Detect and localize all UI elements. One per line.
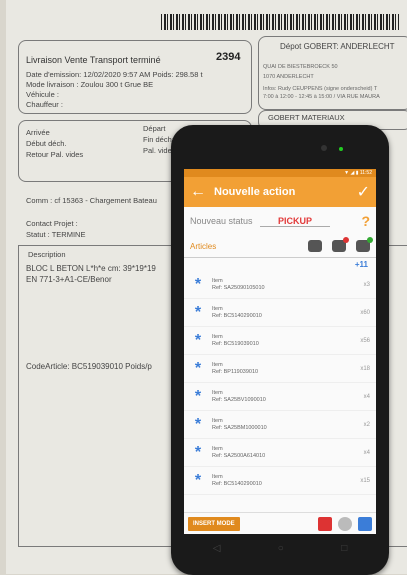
arrivee: Arrivée <box>26 128 50 137</box>
eye-icon[interactable] <box>338 516 352 531</box>
doc-line2: Mode livraison : Zoulou 300 t Grue BE <box>26 80 154 89</box>
pdf-icon[interactable] <box>318 516 332 531</box>
asterisk-icon: * <box>194 443 202 461</box>
list-item[interactable]: * Item Ref: SA25090105010 x3 <box>184 271 376 299</box>
item-qty: x4 <box>363 449 370 456</box>
asterisk-icon: * <box>194 275 202 293</box>
barcode-icon[interactable] <box>358 516 372 531</box>
item-name: Item <box>212 417 223 424</box>
item-qty: x4 <box>363 393 370 400</box>
item-name: Item <box>212 277 223 284</box>
status-bar: ▼ ◢ ▮ 11:52 <box>184 169 376 177</box>
item-qty: x60 <box>360 309 370 316</box>
list-item[interactable]: * Item Ref: BC5140290010 x15 <box>184 467 376 495</box>
help-icon[interactable]: ? <box>361 213 370 229</box>
list-item[interactable]: * Item Ref: SA25BV1090010 x4 <box>184 383 376 411</box>
list-item[interactable]: * Item Ref: BC5140290010 x60 <box>184 299 376 327</box>
truck-alert-icon[interactable] <box>332 237 349 252</box>
comm: Comm : cf 15363 - Chargement Bateau <box>26 196 157 205</box>
screen-title: Nouvelle action <box>214 186 296 198</box>
doc-line1: Date d'emission: 12/02/2020 9:57 AM Poid… <box>26 70 203 79</box>
doc-title: Livraison Vente Transport terminé <box>26 55 161 65</box>
depot-line3: Infos: Rudy CEUPPENS (signe onderscheid)… <box>263 86 378 92</box>
asterisk-icon: * <box>194 359 202 377</box>
asterisk-icon: * <box>194 303 202 321</box>
codearticle: CodeArticle: BC519039010 Poids/p <box>26 362 152 371</box>
phone: ▼ ◢ ▮ 11:52 ← Nouvelle action ✓ Nouveau … <box>171 125 389 575</box>
list-item[interactable]: * Item Ref: BP119039010 x18 <box>184 355 376 383</box>
barcode <box>161 14 399 30</box>
item-name: Item <box>212 445 223 452</box>
doc-line3: Véhicule : <box>26 90 59 99</box>
item-ref: Ref: SA25BM1000010 <box>212 424 267 431</box>
item-qty: x56 <box>360 337 370 344</box>
list-item[interactable]: * Item Ref: BC519039010 x56 <box>184 327 376 355</box>
item-ref: Ref: SA25BV1090010 <box>212 396 266 403</box>
nav-recent-icon[interactable]: □ <box>341 543 347 554</box>
statut: Statut : TERMINE <box>26 230 86 239</box>
doc-number: 2394 <box>216 51 241 63</box>
articles-label: Articles <box>190 241 217 251</box>
en: EN 771-3+A1-CE/Benor <box>26 275 112 284</box>
asterisk-icon: * <box>194 471 202 489</box>
item-qty: x18 <box>360 365 370 372</box>
retour: Retour Pal. vides <box>26 150 84 159</box>
depot-line4: 7:00 à 12:00 - 12:45 à 15:00 / VIA RUE M… <box>263 94 380 100</box>
item-ref: Ref: BC519039010 <box>212 340 259 347</box>
item-name: Item <box>212 361 223 368</box>
depot-line2: 1070 ANDERLECHT <box>263 74 314 80</box>
bottom-bar: INSERT MODE <box>184 512 376 534</box>
item-name: Item <box>212 333 223 340</box>
depot-title: Dépot GOBERT: ANDERLECHT <box>280 42 395 51</box>
bloc: BLOC L BETON L*h*e cm: 39*19*19 <box>26 264 156 273</box>
app-bar: ← Nouvelle action ✓ <box>184 177 376 207</box>
list-item[interactable]: * Item Ref: SA2500A614010 x4 <box>184 439 376 467</box>
debut: Début déch. <box>26 139 67 148</box>
nav-bar: ◁ ○ □ <box>184 537 376 559</box>
contact: Contact Projet : <box>26 219 78 228</box>
phone-screen: ▼ ◢ ▮ 11:52 ← Nouvelle action ✓ Nouveau … <box>184 169 376 534</box>
depart: Départ <box>143 124 166 133</box>
package-ok-icon[interactable] <box>356 237 373 252</box>
back-arrow-icon[interactable]: ← <box>190 183 208 201</box>
asterisk-icon: * <box>194 387 202 405</box>
list-icon[interactable] <box>308 240 322 252</box>
check-icon[interactable]: ✓ <box>357 182 370 202</box>
insert-mode-button[interactable]: INSERT MODE <box>188 516 240 531</box>
item-name: Item <box>212 473 223 480</box>
item-name: Item <box>212 305 223 312</box>
item-ref: Ref: SA25090105010 <box>212 284 265 291</box>
asterisk-icon: * <box>194 331 202 349</box>
item-ref: Ref: BC5140290010 <box>212 312 262 319</box>
gobert-label: GOBERT MATERIAUX <box>268 113 345 122</box>
doc-line4: Chauffeur : <box>26 100 63 109</box>
item-ref: Ref: BP119039010 <box>212 368 259 375</box>
item-ref: Ref: SA2500A614010 <box>212 452 266 459</box>
item-qty: x2 <box>363 421 370 428</box>
item-name: Item <box>212 389 223 396</box>
article-count: +11 <box>354 260 368 269</box>
status-row: Nouveau status PICKUP ? <box>184 207 376 235</box>
articles-row: Articles <box>184 235 376 258</box>
item-qty: x15 <box>360 477 370 484</box>
list-item[interactable]: * Item Ref: SA25BM1000010 x2 <box>184 411 376 439</box>
nav-back-icon[interactable]: ◁ <box>213 543 221 554</box>
status-value[interactable]: PICKUP <box>260 216 330 227</box>
status-label: Nouveau status <box>190 216 253 226</box>
camera <box>321 145 327 151</box>
description: Description <box>28 250 66 259</box>
item-ref: Ref: BC5140290010 <box>212 480 262 487</box>
asterisk-icon: * <box>194 415 202 433</box>
led <box>339 147 343 151</box>
nav-home-icon[interactable]: ○ <box>278 543 284 554</box>
item-list: * Item Ref: SA25090105010 x3 * Item Ref: BC514… <box>184 271 376 495</box>
item-qty: x3 <box>363 281 370 288</box>
depot-line1: QUAI DE BIESTEBROECK 50 <box>263 64 338 70</box>
